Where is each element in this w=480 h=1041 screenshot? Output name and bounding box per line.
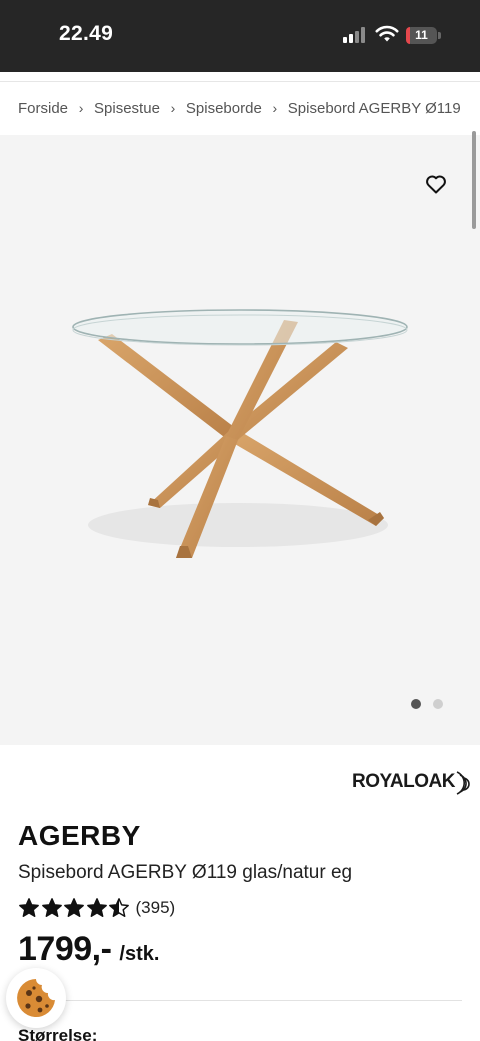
brand-logo[interactable]: ROYALOAK [352,766,473,798]
battery-nub [438,32,441,39]
product-name: AGERBY [18,820,141,851]
page-scrollbar[interactable] [472,131,476,229]
breadcrumb-item-spiseborde[interactable]: Spiseborde [186,100,262,117]
breadcrumb-item-forside[interactable]: Forside [18,100,68,117]
signal-icon [343,27,369,43]
star-full-icon [86,898,107,917]
star-full-icon [41,898,62,917]
review-count[interactable]: (395) [136,898,176,918]
brand-logo-text: ROYALOAK [352,771,455,792]
breadcrumb-separator: › [170,100,176,116]
cookie-icon [17,979,56,1017]
header-divider [0,72,480,82]
breadcrumb-separator: › [272,100,278,116]
status-bar: 22.49 11 [0,0,480,72]
breadcrumb-item-spisestue[interactable]: Spisestue [94,100,160,117]
product-subtitle: Spisebord AGERBY Ø119 glas/natur eg [18,862,353,883]
gallery-dot-2[interactable] [433,699,443,709]
product-rating[interactable]: (395) [18,896,175,920]
gallery-dot-1[interactable] [411,699,421,709]
star-full-icon [64,898,84,917]
breadcrumb-item-current[interactable]: Spisebord AGERBY Ø119 [288,100,461,117]
price-value: 1799,- [18,930,112,968]
price-unit: /stk. [119,943,160,965]
battery-level-text: 11 [415,28,428,42]
rating-stars [18,897,131,919]
battery-icon: 11 [406,27,437,44]
breadcrumb-separator: › [78,100,84,116]
product-image-dining-table [72,309,408,558]
star-full-icon [19,898,39,917]
cookie-settings-button[interactable] [6,968,66,1028]
breadcrumb: Forside › Spisestue › Spiseborde › Spise… [18,96,461,120]
product-price: 1799,- /stk. [18,930,159,969]
heart-icon[interactable] [424,172,448,196]
section-divider [18,1000,462,1001]
wifi-icon [375,25,399,42]
brand-logo-mark [456,771,470,795]
star-half-icon [109,898,129,917]
status-time: 22.49 [59,22,114,45]
size-label: Størrelse: [18,1026,98,1041]
